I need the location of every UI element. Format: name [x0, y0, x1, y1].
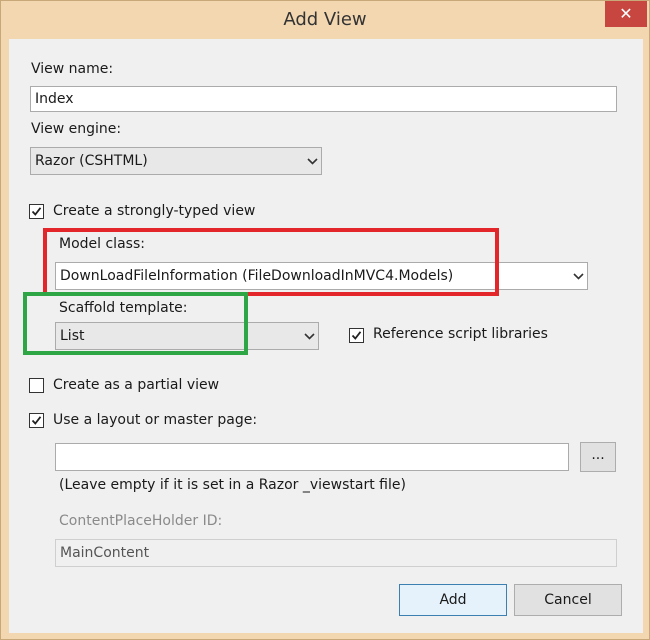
- checkmark-icon: [351, 331, 362, 340]
- checkmark-icon: [31, 416, 42, 425]
- checkmark-icon: [31, 207, 42, 216]
- model-class-highlight: [43, 228, 499, 296]
- view-engine-label: View engine:: [31, 121, 122, 137]
- view-engine-select[interactable]: Razor (CSHTML): [30, 147, 322, 175]
- view-name-input[interactable]: Index: [30, 86, 617, 112]
- chevron-down-icon: [305, 148, 319, 174]
- scaffold-template-highlight: [23, 292, 248, 355]
- title-bar[interactable]: Add View ✕: [1, 1, 649, 39]
- placeholder-id-label: ContentPlaceHolder ID:: [59, 513, 223, 529]
- reference-scripts-checkbox[interactable]: [349, 328, 364, 343]
- dialog-body: View name: Index View engine: Razor (CSH…: [9, 39, 643, 633]
- placeholder-id-input: MainContent: [55, 539, 617, 567]
- layout-page-label: Use a layout or master page:: [53, 412, 258, 428]
- chevron-down-icon: [302, 323, 316, 349]
- cancel-button[interactable]: Cancel: [514, 584, 622, 616]
- partial-view-label: Create as a partial view: [53, 377, 220, 393]
- browse-button[interactable]: ...: [580, 442, 616, 472]
- add-button[interactable]: Add: [399, 584, 507, 616]
- strongly-typed-label: Create a strongly-typed view: [53, 203, 256, 219]
- chevron-down-icon: [571, 263, 585, 289]
- partial-view-checkbox[interactable]: [29, 378, 44, 393]
- close-button[interactable]: ✕: [605, 1, 647, 27]
- close-icon: ✕: [619, 4, 633, 23]
- view-engine-value: Razor (CSHTML): [35, 153, 148, 169]
- add-view-dialog: Add View ✕ View name: Index View engine:…: [0, 0, 650, 640]
- view-name-label: View name:: [31, 61, 114, 77]
- layout-page-checkbox[interactable]: [29, 413, 44, 428]
- layout-page-input[interactable]: [55, 443, 569, 471]
- reference-scripts-label: Reference script libraries: [373, 326, 548, 342]
- layout-hint: (Leave empty if it is set in a Razor _vi…: [59, 477, 406, 493]
- strongly-typed-checkbox[interactable]: [29, 204, 44, 219]
- dialog-title: Add View: [283, 9, 367, 30]
